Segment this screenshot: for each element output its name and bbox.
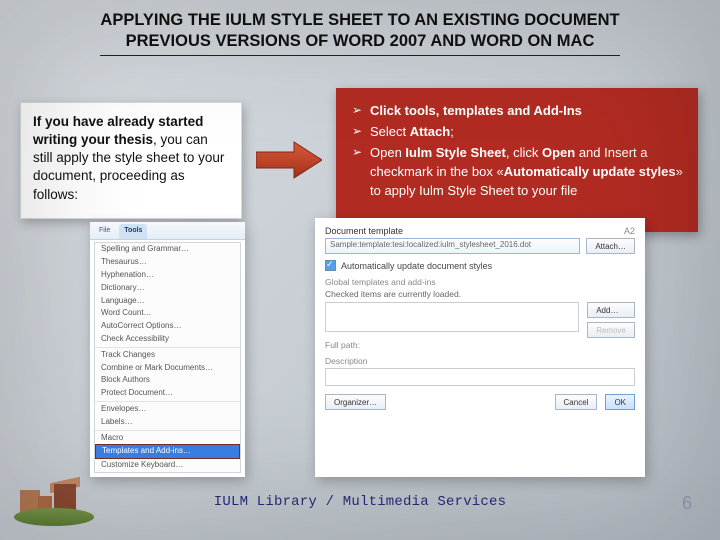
tools-menu: Spelling and Grammar… Thesaurus… Hyphena…: [94, 242, 241, 473]
menu-item[interactable]: Spelling and Grammar…: [95, 243, 240, 256]
description-box: [325, 368, 635, 386]
dialog-buttons: Organizer… Cancel OK: [325, 394, 635, 410]
title-block: APPLYING THE IULM STYLE SHEET TO AN EXIS…: [0, 0, 720, 60]
step-1-text: Click tools, templates and Add-Ins: [370, 103, 582, 118]
step-3-d: Open: [542, 145, 575, 160]
screenshot-tools-menu: File Tools Spelling and Grammar… Thesaur…: [90, 222, 245, 477]
template-path-row: Sample:template:tesi:localized:iulm_styl…: [325, 238, 635, 254]
tab-tools[interactable]: Tools: [119, 224, 147, 239]
arrow: [260, 140, 318, 180]
menu-separator: [95, 347, 240, 348]
add-button[interactable]: Add…: [587, 302, 635, 318]
menu-item-templates-addins[interactable]: Templates and Add-ins…: [95, 444, 240, 459]
menu-item[interactable]: Envelopes…: [95, 403, 240, 416]
step-3-f: Automatically update styles: [504, 164, 676, 179]
steps-box: Click tools, templates and Add-Ins Selec…: [336, 88, 698, 232]
attach-button[interactable]: Attach…: [586, 238, 635, 254]
menu-item[interactable]: Combine or Mark Documents…: [95, 362, 240, 375]
ok-button[interactable]: OK: [605, 394, 635, 410]
step-2-b: Attach: [410, 124, 450, 139]
menu-item[interactable]: Labels…: [95, 416, 240, 429]
title-line-2: PREVIOUS VERSIONS OF WORD 2007 AND WORD …: [40, 31, 680, 52]
tab-file[interactable]: File: [94, 224, 115, 239]
menu-item[interactable]: Protect Document…: [95, 387, 240, 400]
menu-separator: [95, 401, 240, 402]
step-2-a: Select: [370, 124, 410, 139]
menu-item[interactable]: Customize Keyboard…: [95, 459, 240, 472]
menu-item[interactable]: Word Count…: [95, 307, 240, 320]
menu-item[interactable]: Macro: [95, 432, 240, 445]
auto-update-row[interactable]: Automatically update document styles: [325, 260, 635, 271]
title-line-1: APPLYING THE IULM STYLE SHEET TO AN EXIS…: [40, 10, 680, 31]
page-number: 6: [682, 493, 692, 514]
step-1: Click tools, templates and Add-Ins: [352, 102, 684, 121]
step-3-a: Open: [370, 145, 405, 160]
remove-button[interactable]: Remove: [587, 322, 635, 338]
menu-item[interactable]: Language…: [95, 295, 240, 308]
menu-item[interactable]: Thesaurus…: [95, 256, 240, 269]
menu-separator: [95, 430, 240, 431]
menu-item[interactable]: Check Accessibility: [95, 333, 240, 346]
menu-item[interactable]: Track Changes: [95, 349, 240, 362]
global-templates-label: Global templates and add-ins: [325, 277, 635, 287]
menu-item[interactable]: Block Authors: [95, 374, 240, 387]
intro-box: If you have already started writing your…: [20, 102, 242, 219]
title-underline: [100, 55, 620, 56]
steps-list: Click tools, templates and Add-Ins Selec…: [352, 102, 684, 200]
template-path-field[interactable]: Sample:template:tesi:localized:iulm_styl…: [325, 238, 580, 254]
corner-a2: A2: [624, 226, 635, 236]
doc-template-label: Document template: [325, 226, 403, 236]
fullpath-label: Full path:: [325, 340, 635, 350]
step-2-c: ;: [450, 124, 454, 139]
campus-illustration: [14, 478, 94, 526]
menu-item[interactable]: Dictionary…: [95, 282, 240, 295]
auto-update-label: Automatically update document styles: [341, 261, 492, 271]
global-templates-note: Checked items are currently loaded.: [325, 289, 635, 299]
screenshot-templates-dialog: Document template A2 Sample:template:tes…: [315, 218, 645, 477]
global-addins-listbox[interactable]: [325, 302, 579, 332]
screenshots-row: File Tools Spelling and Grammar… Thesaur…: [0, 232, 720, 477]
intro-text: If you have already started writing your…: [33, 113, 229, 204]
arrow-icon: [256, 140, 322, 180]
menu-item[interactable]: AutoCorrect Options…: [95, 320, 240, 333]
step-3: Open Iulm Style Sheet, click Open and In…: [352, 144, 684, 201]
description-label: Description: [325, 356, 635, 366]
content-row: If you have already started writing your…: [0, 60, 720, 232]
step-3-c: , click: [506, 145, 542, 160]
ribbon: File Tools: [90, 222, 245, 240]
footer-text: IULM Library / Multimedia Services: [0, 494, 720, 510]
step-3-b: Iulm Style Sheet: [405, 145, 505, 160]
organizer-button[interactable]: Organizer…: [325, 394, 386, 410]
cancel-button[interactable]: Cancel: [555, 394, 598, 410]
checkbox-icon[interactable]: [325, 260, 336, 271]
menu-item[interactable]: Hyphenation…: [95, 269, 240, 282]
step-2: Select Attach;: [352, 123, 684, 142]
